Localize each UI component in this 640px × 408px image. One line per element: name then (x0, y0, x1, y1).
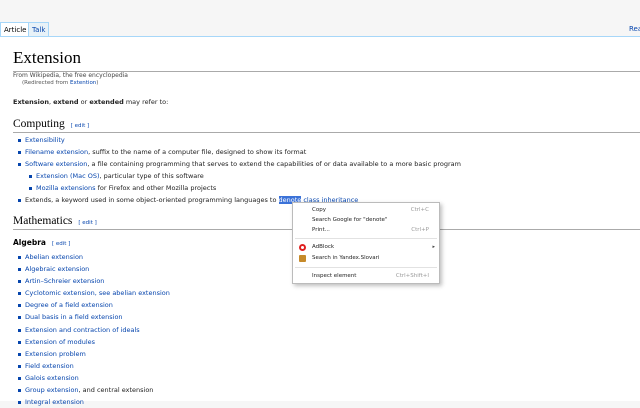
list-item-link[interactable]: Degree of a field extension (25, 301, 113, 309)
page-title: Extension (13, 48, 640, 72)
list-item-link[interactable]: Dual basis in a field extension (25, 313, 123, 321)
redirect-suffix: ) (96, 80, 99, 86)
menu-item-yandex[interactable]: Search in Yandex.Slovari (293, 253, 439, 263)
redirect-notice: (Redirected from Extention) (22, 80, 98, 86)
list-item-link[interactable]: Mozilla extensions (36, 184, 96, 192)
list-item: Cyclotomic extension, see abelian extens… (18, 287, 170, 299)
list-item: Filename extension, suffix to the name o… (18, 146, 461, 158)
computing-list: Extensibility Filename extension, suffix… (18, 134, 461, 170)
menu-item-search-google[interactable]: Search Google for "denote" (293, 215, 439, 225)
menu-item-label: Print... (312, 227, 330, 233)
list-item: Field extension (18, 360, 170, 372)
computing-sublist: Extension (Mac OS), particular type of t… (28, 170, 217, 194)
list-item-text: , particular type of this software (99, 172, 204, 180)
algebra-list: Abelian extension Algebraic extension Ar… (18, 251, 170, 408)
menu-item-shortcut: Ctrl+C (410, 207, 429, 213)
menu-item-adblock[interactable]: AdBlock ▸ (293, 242, 439, 252)
menu-item-copy[interactable]: Copy Ctrl+C (293, 205, 439, 215)
list-item-link[interactable]: Extensibility (25, 136, 65, 144)
section-heading-computing: Computing [ edit ] (13, 118, 640, 133)
intro-rest: may refer to: (123, 98, 169, 106)
list-item-link[interactable]: Filename extension (25, 148, 88, 156)
tab-read[interactable]: Rea (626, 22, 640, 36)
extends-prefix: Extends, a keyword used in some object-o… (25, 196, 279, 204)
menu-item-label: Search in Yandex.Slovari (312, 255, 380, 261)
list-item-text: , suffix to the name of a computer file,… (88, 148, 307, 157)
list-item: Artin–Schreier extension (18, 275, 170, 287)
menu-item-print[interactable]: Print... Ctrl+P (293, 225, 439, 235)
list-item-link[interactable]: Software extension (25, 160, 87, 168)
menu-separator (295, 238, 437, 239)
computing-heading-text: Computing (13, 118, 65, 130)
list-item: Extension and contraction of ideals (18, 324, 170, 336)
list-item-link[interactable]: Group extension (25, 386, 79, 394)
chevron-right-icon: ▸ (432, 244, 435, 250)
list-item-link[interactable]: Extension (Mac OS) (36, 172, 100, 180)
list-item: Galois extension (18, 372, 170, 384)
redirect-link[interactable]: Extention (70, 80, 96, 86)
edit-link-mathematics[interactable]: [ edit ] (78, 220, 96, 226)
algebra-heading-text: Algebra (13, 238, 46, 247)
list-item-link[interactable]: Abelian extension (25, 253, 83, 261)
intro-text: Extension, extend or extended may refer … (13, 98, 168, 106)
menu-item-label: Copy (312, 207, 326, 213)
intro-term-1: Extension (13, 98, 49, 106)
mathematics-heading-text: Mathematics (13, 215, 73, 227)
list-item-link[interactable]: Artin–Schreier extension (25, 277, 104, 285)
menu-item-label: Search Google for "denote" (312, 217, 388, 223)
yandex-icon (299, 254, 306, 262)
list-item-link[interactable]: Integral extension (25, 398, 84, 406)
list-item: Software extension, a file containing pr… (18, 158, 461, 170)
intro-term-3: extended (89, 98, 124, 106)
edit-link-computing[interactable]: [ edit ] (71, 123, 89, 129)
list-item: Integral extension (18, 396, 170, 408)
list-item-link[interactable]: Cyclotomic extension, see abelian extens… (25, 289, 170, 297)
list-item: Group extension, and central extension (18, 384, 170, 396)
menu-item-inspect[interactable]: Inspect element Ctrl+Shift+I (293, 271, 439, 281)
list-item: Algebraic extension (18, 263, 170, 275)
tab-article[interactable]: Article (0, 22, 31, 37)
menu-item-label: Inspect element (312, 273, 357, 279)
intro-term-2: extend (53, 98, 79, 106)
list-item-text: , and central extension (78, 386, 154, 395)
adblock-icon (299, 244, 306, 251)
subsection-heading-algebra: Algebra [ edit ] (13, 238, 70, 247)
list-item: Extensibility (18, 134, 461, 146)
redirect-prefix: (Redirected from (22, 80, 70, 86)
edit-link-algebra[interactable]: [ edit ] (52, 241, 70, 247)
list-item-link[interactable]: Algebraic extension (25, 265, 89, 273)
list-item: Extension problem (18, 348, 170, 360)
tab-talk[interactable]: Talk (28, 22, 50, 37)
menu-item-shortcut: Ctrl+Shift+I (395, 273, 429, 279)
list-item: Mozilla extensions for Firefox and other… (28, 182, 217, 194)
menu-separator (295, 267, 437, 268)
list-item-link[interactable]: Extension of modules (25, 338, 95, 346)
list-item-link[interactable]: Field extension (25, 362, 74, 370)
page-subtitle: From Wikipedia, the free encyclopedia (13, 72, 128, 79)
list-item: Extension (Mac OS), particular type of t… (28, 170, 216, 182)
list-item-link[interactable]: Galois extension (25, 374, 79, 382)
intro-sep-2: or (78, 98, 90, 106)
menu-item-label: AdBlock (312, 244, 335, 250)
context-menu: Copy Ctrl+C Search Google for "denote" P… (292, 202, 440, 284)
list-item-text: for Firefox and other Mozilla projects (95, 184, 217, 193)
list-item: Degree of a field extension (18, 299, 170, 311)
list-item-link[interactable]: Extension and contraction of ideals (25, 326, 140, 334)
menu-item-shortcut: Ctrl+P (411, 227, 429, 233)
list-item: Extension of modules (18, 336, 170, 348)
list-item-text: , a file containing programming that ser… (87, 160, 461, 169)
list-item: Dual basis in a field extension (18, 311, 170, 323)
list-item-link[interactable]: Extension problem (25, 350, 86, 358)
list-item: Abelian extension (18, 251, 170, 263)
